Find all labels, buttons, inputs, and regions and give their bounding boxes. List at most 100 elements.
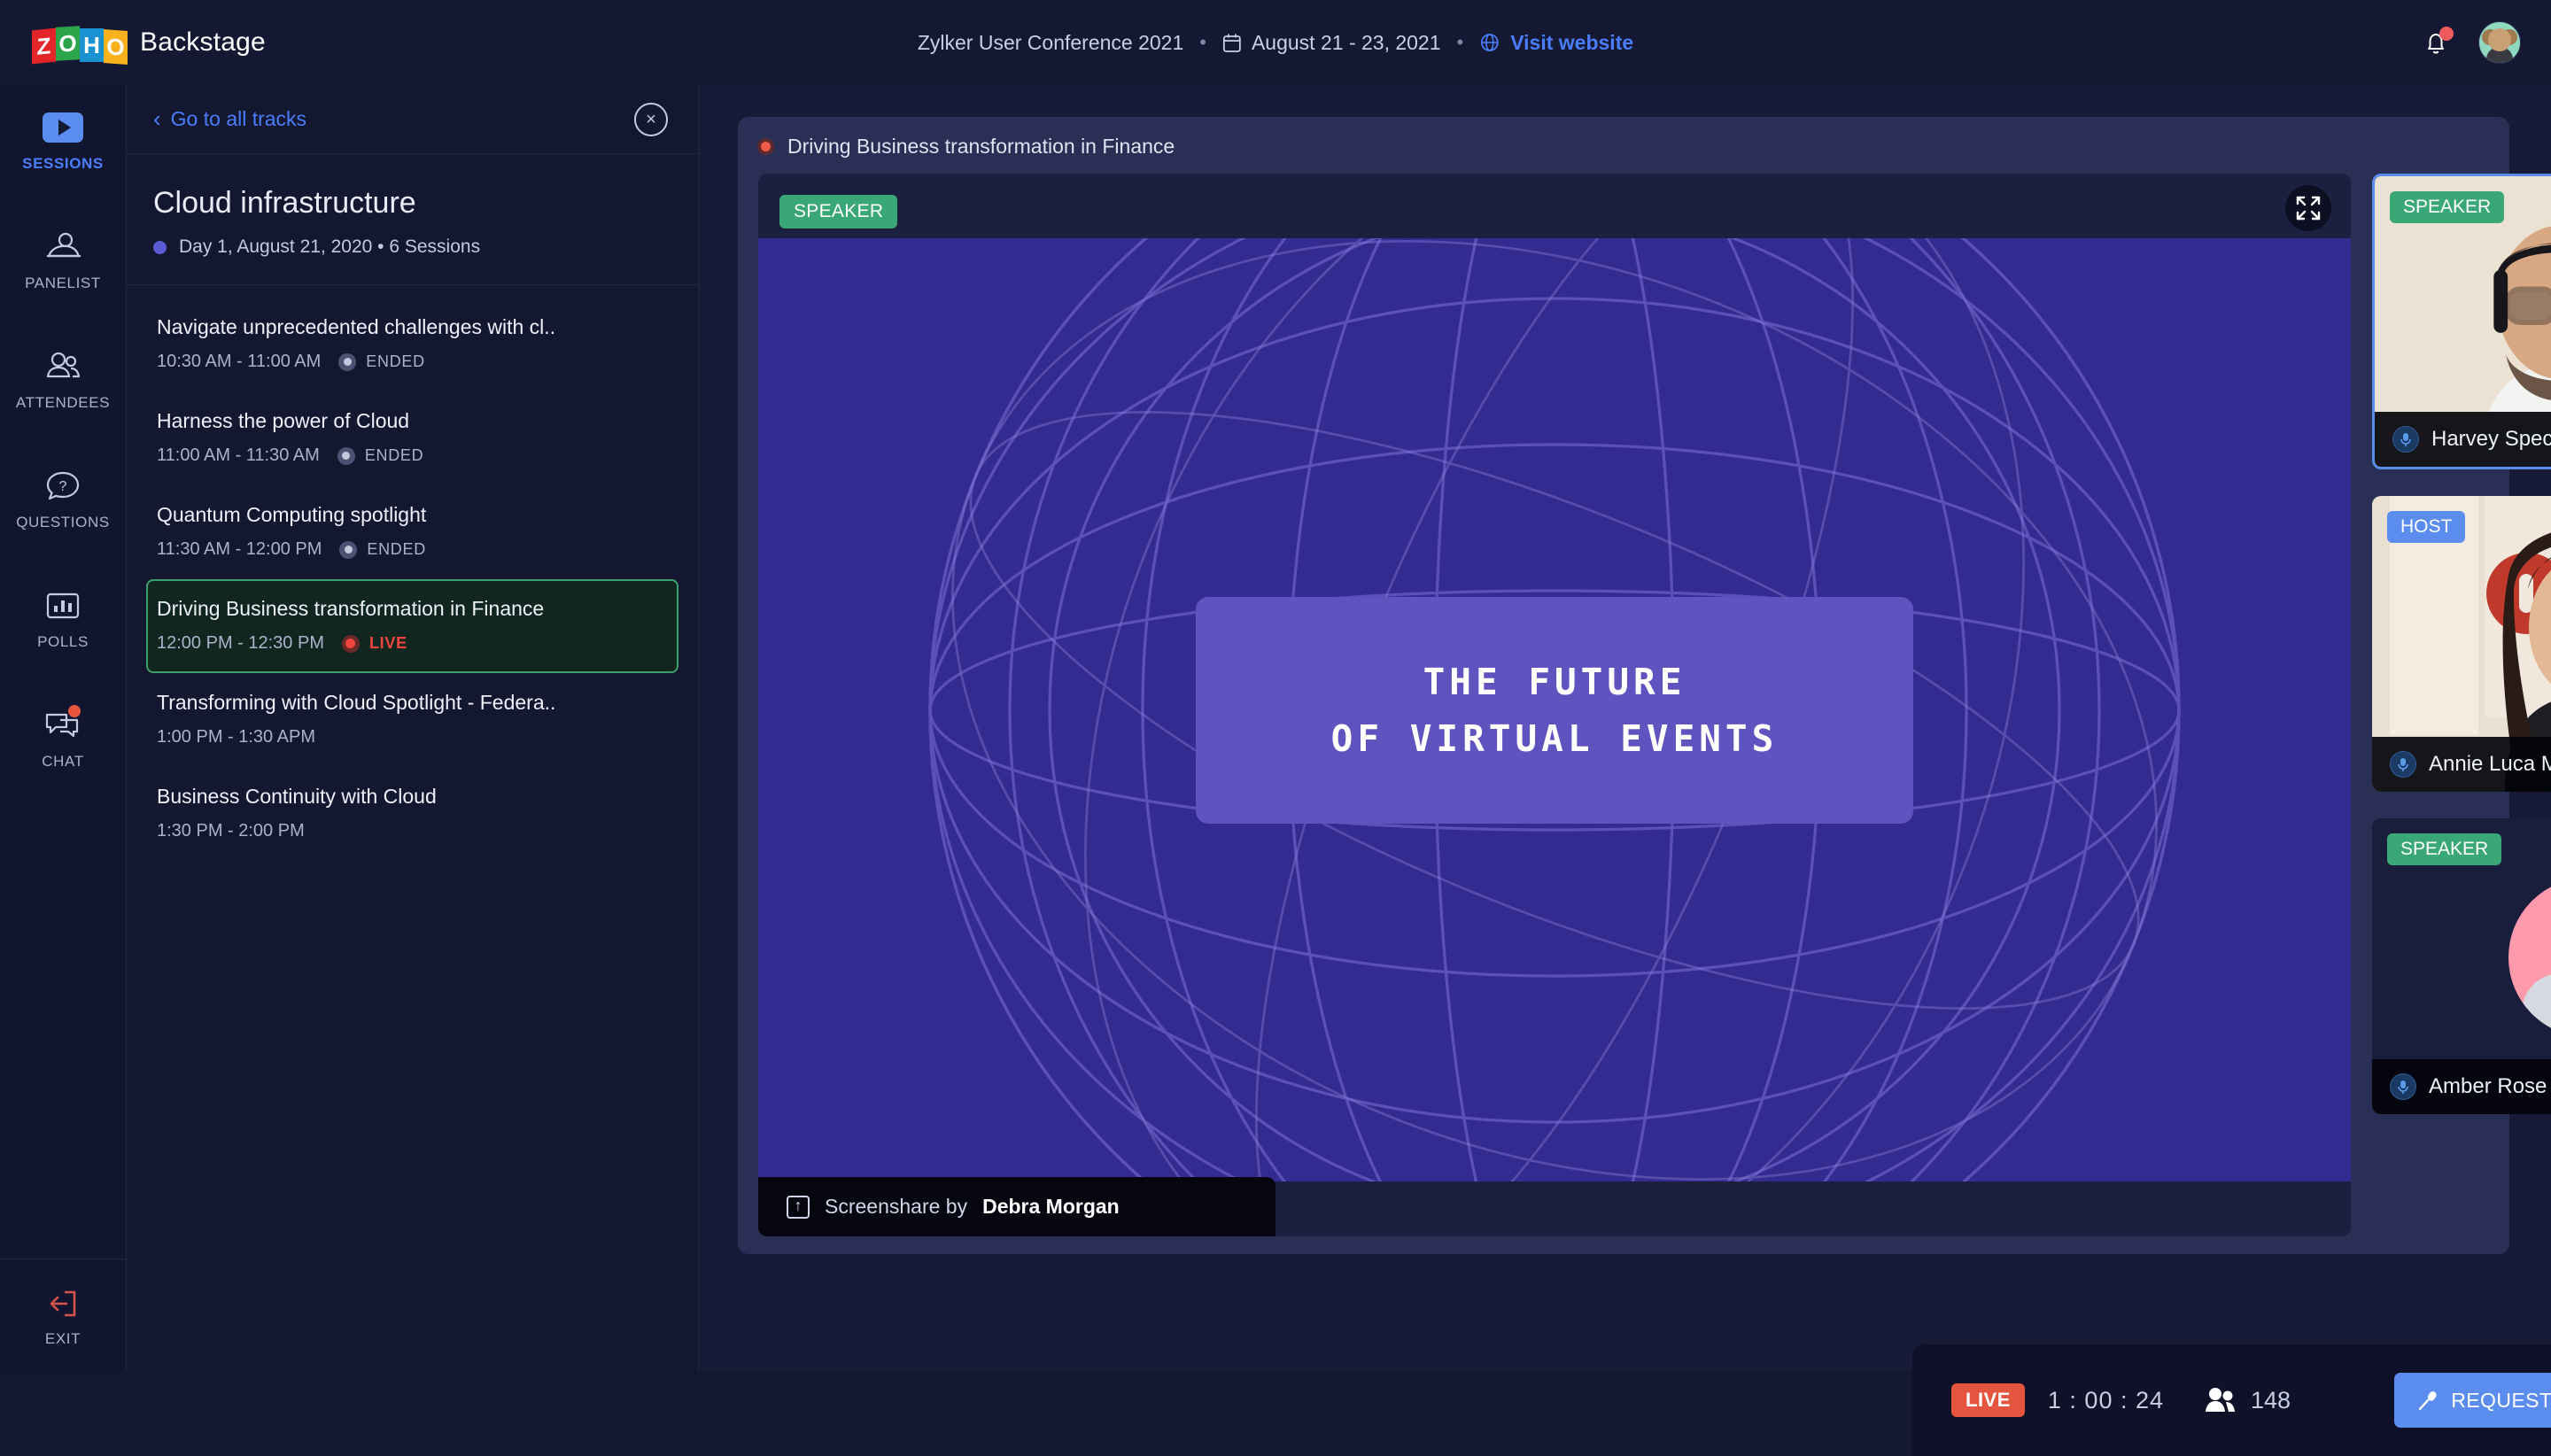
track-title: Cloud infrastructure [153,186,671,221]
chat-unread-badge [68,705,81,717]
list-item-selected[interactable]: Driving Business transformation in Finan… [146,579,678,673]
mic-icon [2390,751,2416,778]
visit-website-link[interactable]: Visit website [1479,31,1633,55]
sidebar-label-questions: QUESTIONS [16,514,110,531]
session-name: Quantum Computing spotlight [157,503,668,527]
participant-name-bar: Harvey Spector [2375,412,2551,467]
event-dates-group: August 21 - 23, 2021 [1222,31,1441,55]
participant-role-badge: HOST [2387,511,2465,543]
session-meta-row: 10:30 AM - 11:00 AM ENDED [157,352,668,372]
sidebar-item-questions[interactable]: ? QUESTIONS [0,444,127,535]
video-role-badge: SPEAKER [779,195,897,228]
status-dot-icon [338,353,356,371]
track-panel-header: ‹ Go to all tracks × [127,85,698,154]
session-name: Driving Business transformation in Finan… [157,597,668,621]
attendee-count-group: 148 [2205,1387,2291,1414]
session-time: 10:30 AM - 11:00 AM [157,352,321,372]
screenshare-presenter: Debra Morgan [982,1195,1120,1219]
sidebar-label-exit: EXIT [45,1330,81,1348]
list-item[interactable]: Quantum Computing spotlight 11:30 AM - 1… [146,485,678,579]
zoho-logo-letter-h: H [80,28,104,62]
page-title: Driving Business transformation in Finan… [787,135,1175,159]
sidebar-item-exit[interactable]: EXIT [0,1259,127,1371]
list-item[interactable]: Navigate unprecedented challenges with c… [146,298,678,391]
request-mic-label: REQUEST MIC [2451,1389,2551,1413]
participant-tile[interactable]: SPEAKER Amber Rose [2372,818,2551,1114]
track-subtitle-row: Day 1, August 21, 2020 • 6 Sessions [153,236,671,258]
calendar-icon [1222,33,1242,53]
session-meta-row: 1:00 PM - 1:30 APM [157,727,668,747]
sidebar-label-chat: CHAT [42,753,83,771]
track-meta: Cloud infrastructure Day 1, August 21, 2… [127,154,698,285]
status-badge: LIVE [342,634,407,653]
event-summary: Zylker User Conference 2021 • August 21 … [918,0,1633,85]
track-panel: ‹ Go to all tracks × Cloud infrastructur… [127,85,699,1371]
sidebar-label-sessions: SESSIONS [22,155,104,173]
session-control-bar: LIVE 1 : 00 : 24 148 REQUEST MIC [1912,1344,2551,1456]
session-name: Transforming with Cloud Spotlight - Fede… [157,691,668,715]
session-name: Harness the power of Cloud [157,409,668,433]
list-item[interactable]: Harness the power of Cloud 11:00 AM - 11… [146,391,678,485]
participant-tile-list: SPEAKER Harvey Spector [2372,174,2551,1141]
session-meta-row: 12:00 PM - 12:30 PM LIVE [157,633,668,654]
fullscreen-button[interactable] [2285,185,2331,231]
list-item[interactable]: Transforming with Cloud Spotlight - Fede… [146,673,678,767]
participant-name: Harvey Spector [2431,427,2551,452]
presentation-slide: THE FUTURE OF VIRTUAL EVENTS [1196,597,1913,824]
session-meta-row: 11:00 AM - 11:30 AM ENDED [157,445,668,466]
slide-line-1: THE FUTURE [1423,661,1686,703]
participant-name: Annie Luca Mcoy [2429,752,2551,777]
participant-tile[interactable]: HOST Annie Luca Mcoy [2372,496,2551,792]
participant-tile[interactable]: SPEAKER Harvey Spector [2372,174,2551,469]
request-mic-button[interactable]: REQUEST MIC [2394,1373,2551,1428]
close-panel-button[interactable]: × [634,103,668,136]
go-to-all-tracks-link[interactable]: ‹ Go to all tracks [153,107,306,131]
user-avatar[interactable] [2478,21,2521,64]
mic-icon [2390,1073,2416,1100]
list-item[interactable]: Business Continuity with Cloud 1:30 PM -… [146,767,678,861]
live-dot-icon [757,138,774,155]
slide-line-2: OF VIRTUAL EVENTS [1331,717,1779,760]
sidebar-item-chat[interactable]: CHAT [0,683,127,774]
screenshare-attribution-bar: Screenshare by Debra Morgan [758,1177,1276,1236]
zoho-logo-letter-z: Z [32,28,56,65]
status-badge: ENDED [337,446,424,465]
live-status-badge: LIVE [1951,1383,2025,1417]
exit-icon [43,1286,83,1321]
status-label: LIVE [369,634,407,653]
status-label: ENDED [367,540,426,559]
session-time: 1:30 PM - 2:00 PM [157,821,305,841]
sidebar-item-panelist[interactable]: PANELIST [0,205,127,296]
sidebar-item-attendees[interactable]: ATTENDEES [0,324,127,415]
track-subtitle: Day 1, August 21, 2020 • 6 Sessions [179,236,480,258]
question-bubble-icon: ? [43,469,83,504]
sidebar-label-attendees: ATTENDEES [16,394,110,412]
zoho-logo-letter-o2: O [104,29,128,65]
session-time: 1:00 PM - 1:30 APM [157,727,315,747]
sidebar-item-sessions[interactable]: SESSIONS [0,85,127,176]
brand-logo[interactable]: Z O H O Backstage [32,22,266,63]
session-timer: 1 : 00 : 24 [2048,1387,2164,1414]
status-dot-icon [342,635,360,653]
track-color-dot-icon [153,241,167,254]
stage-area: Driving Business transformation in Finan… [699,85,2551,1371]
session-name: Business Continuity with Cloud [157,785,668,809]
status-dot-icon [339,541,357,559]
session-list: Navigate unprecedented challenges with c… [127,285,698,861]
stage-session-title-row: Driving Business transformation in Finan… [757,135,1175,159]
participant-name-bar: Amber Rose [2372,1059,2551,1114]
main-video-panel[interactable]: SPEAKER [758,174,2351,1236]
brand-name: Backstage [140,27,266,58]
sidebar-item-polls[interactable]: POLLS [0,563,127,654]
status-badge: ENDED [339,540,426,559]
participant-role-badge: SPEAKER [2390,191,2504,223]
notifications-button[interactable] [2420,27,2452,58]
participant-name-bar: Annie Luca Mcoy [2372,737,2551,792]
svg-text:?: ? [59,479,67,494]
session-time: 11:30 AM - 12:00 PM [157,539,322,560]
session-time: 12:00 PM - 12:30 PM [157,633,324,654]
status-label: ENDED [366,352,425,371]
avatar [2508,878,2551,1037]
stage-card: Driving Business transformation in Finan… [738,117,2509,1254]
zoho-logo-icon: Z O H O [32,22,128,63]
